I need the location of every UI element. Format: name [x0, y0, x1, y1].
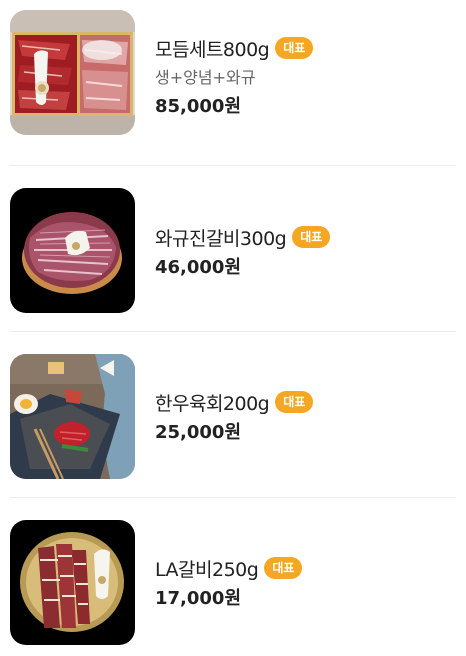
menu-item-price: 25,000원 — [155, 422, 242, 443]
menu-item-name: 와규진갈비300g — [155, 227, 287, 250]
menu-list: 모듬세트800g 대표 생+양념+와규 85,000원 와규진갈비300g 대표… — [0, 0, 466, 656]
menu-item-name: LA갈비250g — [155, 558, 259, 581]
featured-badge: 대표 — [275, 391, 314, 413]
menu-item-price: 85,000원 — [155, 96, 242, 117]
menu-item[interactable]: LA갈비250g 대표 17,000원 — [0, 498, 466, 656]
beef-tartare-image — [10, 354, 135, 479]
featured-badge: 대표 — [264, 557, 303, 579]
menu-item-name: 한우육회200g — [155, 392, 270, 415]
la-ribs-platter-image — [10, 520, 135, 645]
mixed-beef-platter-image — [10, 10, 135, 135]
menu-item-image[interactable] — [10, 354, 135, 479]
menu-item-info: LA갈비250g 대표 17,000원 — [155, 554, 456, 612]
menu-item-image[interactable] — [10, 10, 135, 135]
menu-item-title-row: 한우육회200g 대표 — [155, 388, 456, 416]
menu-item-title-row: 모듬세트800g 대표 — [155, 34, 456, 62]
menu-item-title-row: 와규진갈비300g 대표 — [155, 223, 456, 251]
menu-item-description: 생+양념+와규 — [155, 68, 256, 87]
menu-item-info: 모듬세트800g 대표 생+양념+와규 85,000원 — [155, 34, 456, 120]
featured-badge: 대표 — [275, 37, 314, 59]
menu-item-title-row: LA갈비250g 대표 — [155, 554, 456, 582]
featured-badge: 대표 — [292, 226, 331, 248]
menu-item-image[interactable] — [10, 188, 135, 313]
menu-item[interactable]: 한우육회200g 대표 25,000원 — [0, 332, 466, 498]
menu-item-price: 46,000원 — [155, 257, 242, 278]
menu-item-price: 17,000원 — [155, 588, 242, 609]
menu-item[interactable]: 와규진갈비300g 대표 46,000원 — [0, 166, 466, 332]
menu-item-name: 모듬세트800g — [155, 38, 270, 61]
menu-item-info: 와규진갈비300g 대표 46,000원 — [155, 223, 456, 281]
menu-item-image[interactable] — [10, 520, 135, 645]
menu-item[interactable]: 모듬세트800g 대표 생+양념+와규 85,000원 — [0, 0, 466, 166]
menu-item-info: 한우육회200g 대표 25,000원 — [155, 388, 456, 446]
wagyu-ribs-platter-image — [10, 188, 135, 313]
